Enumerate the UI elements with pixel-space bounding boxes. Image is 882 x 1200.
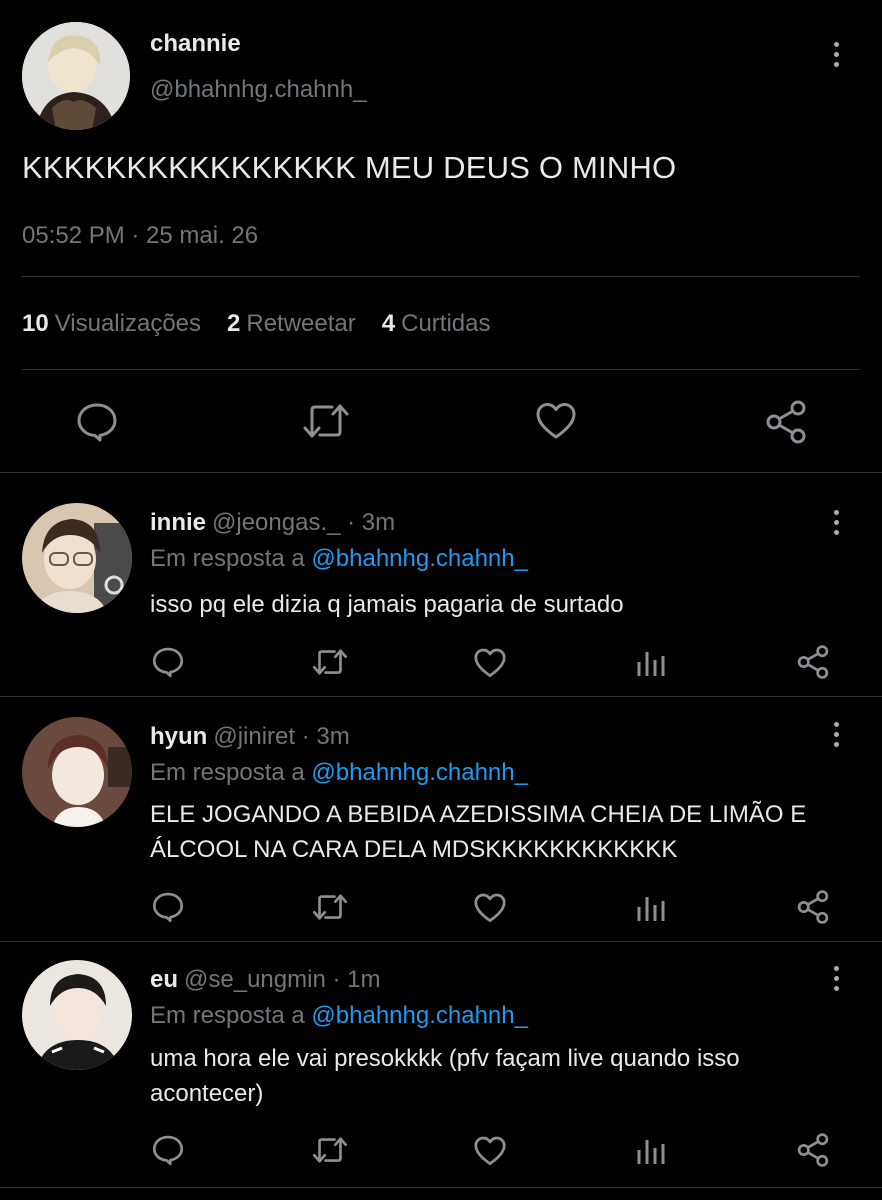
divider [0,1187,882,1188]
reply-header: hyun @jiniret · 3m [150,723,350,751]
reply-icon[interactable] [152,891,184,923]
more-options-icon[interactable] [831,42,841,67]
divider [22,276,860,277]
like-icon[interactable] [473,648,507,678]
reply-text: isso pq ele dizia q jamais pagaria de su… [150,591,624,618]
avatar[interactable] [22,960,132,1070]
views-icon[interactable] [636,648,666,678]
share-icon[interactable] [764,400,808,444]
stat-likes[interactable]: 4 Curtidas [382,310,491,338]
author-handle[interactable]: @bhahnhg.chahnh_ [150,76,367,104]
like-icon[interactable] [535,402,577,440]
tweet-stats: 10 Visualizações 2 Retweetar 4 Curtidas [22,310,517,338]
views-icon[interactable] [636,1136,666,1166]
reply-header: eu @se_ungmin · 1m [150,966,380,994]
reply-to-line: Em resposta a @bhahnhg.chahnh_ [150,1002,528,1030]
stat-retweets[interactable]: 2 Retweetar [227,310,356,338]
reply-to-handle[interactable]: @bhahnhg.chahnh_ [311,1002,528,1029]
author-handle[interactable]: @jeongas._ [212,509,340,536]
reply-icon[interactable] [152,1134,184,1166]
retweet-icon[interactable] [312,1134,348,1166]
more-options-icon[interactable] [831,722,841,747]
more-options-icon[interactable] [831,510,841,535]
author-name[interactable]: hyun [150,723,207,750]
like-icon[interactable] [473,1136,507,1166]
reply-to-handle[interactable]: @bhahnhg.chahnh_ [311,759,528,786]
reply-to-handle[interactable]: @bhahnhg.chahnh_ [311,545,528,572]
tweet-text: KKKKKKKKKKKKKKKK MEU DEUS O MINHO [22,150,677,185]
share-icon[interactable] [796,1133,830,1167]
reply-tweet[interactable]: innie @jeongas._ · 3m Em resposta a @bhah… [0,473,882,696]
divider [22,369,860,370]
reply-time: · 3m [301,723,350,750]
reply-icon[interactable] [76,401,118,443]
reply-to-label: Em resposta a [150,759,305,786]
author-name[interactable]: innie [150,509,206,536]
author-handle[interactable]: @se_ungmin [184,966,326,993]
avatar[interactable] [22,22,130,130]
views-icon[interactable] [636,893,666,923]
like-icon[interactable] [473,893,507,923]
retweet-icon[interactable] [312,646,348,678]
reply-header: innie @jeongas._ · 3m [150,509,395,537]
reply-text: uma hora ele vai presokkkk (pfv façam li… [150,1045,740,1107]
share-icon[interactable] [796,890,830,924]
reply-to-label: Em resposta a [150,1002,305,1029]
author-name[interactable]: channie [150,30,241,58]
more-options-icon[interactable] [831,966,841,991]
reply-time: · 1m [332,966,381,993]
tweet-timestamp: 05:52 PM · 25 mai. 26 [22,222,259,249]
reply-text: ELE JOGANDO A BEBIDA AZEDISSIMA CHEIA DE… [150,801,807,863]
avatar[interactable] [22,717,132,827]
reply-to-line: Em resposta a @bhahnhg.chahnh_ [150,759,528,787]
author-name[interactable]: eu [150,966,178,993]
reply-tweet[interactable]: hyun @jiniret · 3m Em resposta a @bhahnhg… [0,697,882,941]
stat-views[interactable]: 10 Visualizações [22,310,201,338]
reply-to-line: Em resposta a @bhahnhg.chahnh_ [150,545,528,573]
retweet-icon[interactable] [312,891,348,923]
share-icon[interactable] [796,645,830,679]
main-tweet: channie @bhahnhg.chahnh_ KKKKKKKKKKKKKKK… [0,0,882,472]
avatar[interactable] [22,503,132,613]
reply-to-label: Em resposta a [150,545,305,572]
retweet-icon[interactable] [302,400,350,442]
reply-tweet[interactable]: eu @se_ungmin · 1m Em resposta a @bhahnhg… [0,942,882,1187]
reply-time: · 3m [347,509,396,536]
author-handle[interactable]: @jiniret [213,723,295,750]
reply-icon[interactable] [152,646,184,678]
